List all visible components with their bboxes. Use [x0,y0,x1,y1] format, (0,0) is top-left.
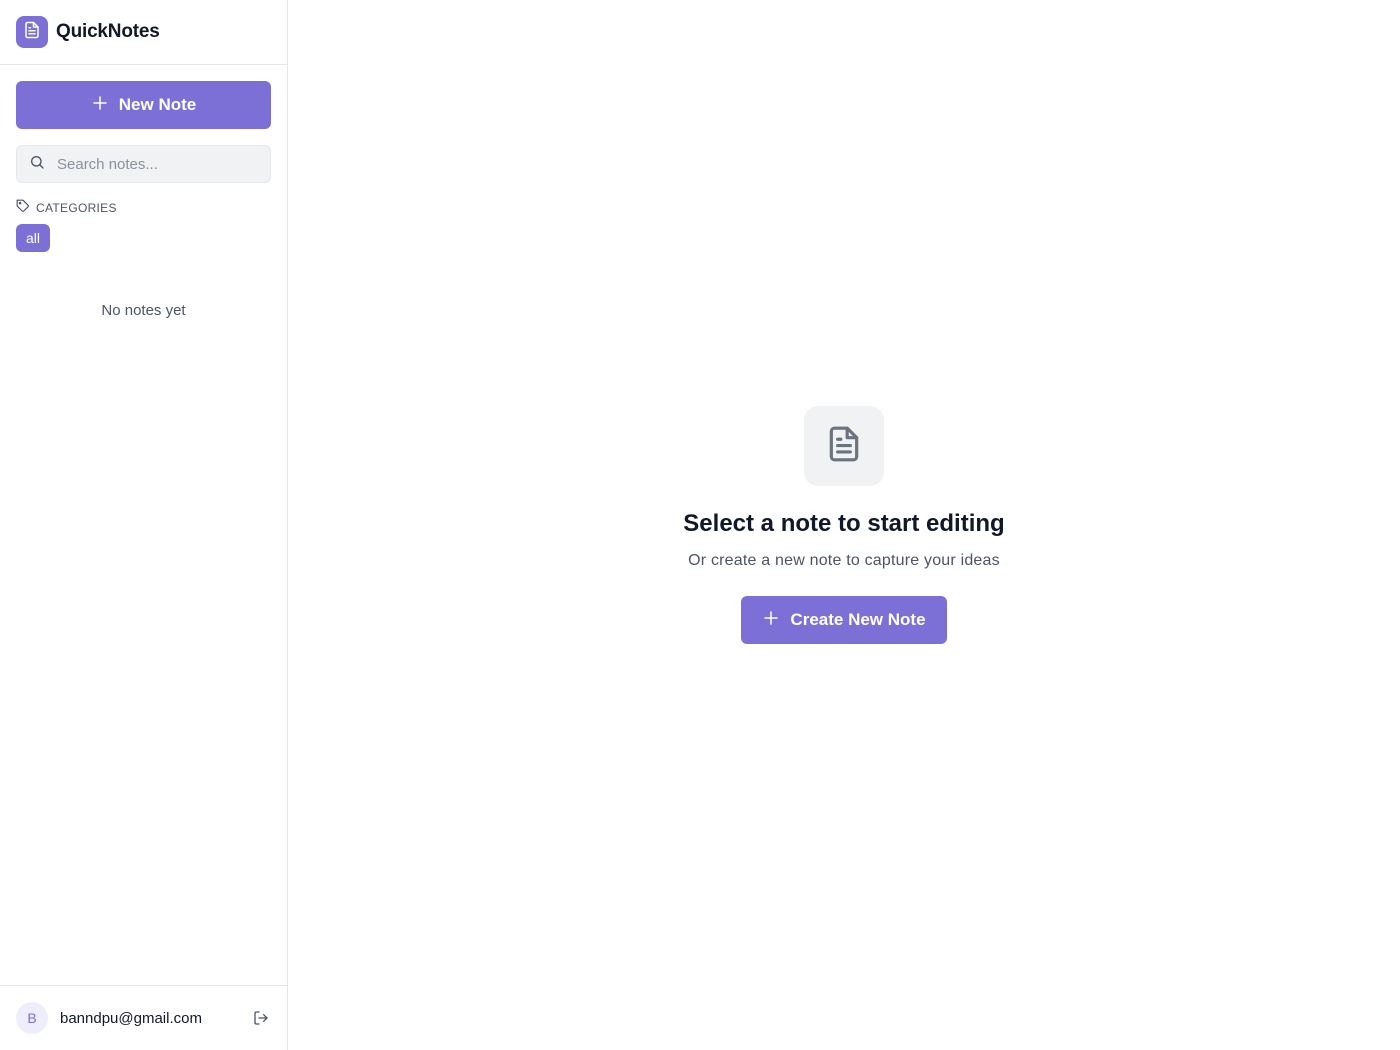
user-email: banndpu@gmail.com [60,1009,202,1027]
empty-state-subtitle: Or create a new note to capture your ide… [688,552,1000,569]
main-panel: Select a note to start editing Or create… [288,0,1400,1050]
sidebar-body: New Note CATEGORIES all No notes yet [0,65,287,985]
create-new-note-button[interactable]: Create New Note [740,596,947,644]
categories-label: CATEGORIES [36,200,117,215]
category-chips: all [16,224,271,252]
new-note-button[interactable]: New Note [16,81,271,129]
tag-icon [16,199,30,216]
brand-header: QuickNotes [0,0,287,65]
new-note-label: New Note [118,95,197,114]
avatar: B [16,1002,48,1034]
empty-notes-text: No notes yet [101,302,186,319]
categories-header: CATEGORIES [16,199,271,216]
app-logo [16,16,48,48]
empty-state-title: Select a note to start editing [683,510,1005,537]
plus-icon [762,609,780,632]
sidebar: QuickNotes New Note CATEGORIES [0,0,288,1050]
search-icon [29,154,45,175]
user-footer: B banndpu@gmail.com [0,985,287,1050]
app-root: QuickNotes New Note CATEGORIES [0,0,1400,1050]
empty-state-tile [803,406,884,486]
empty-state: Select a note to start editing Or create… [683,406,1005,644]
search-input[interactable] [57,155,258,173]
document-icon [23,21,41,44]
logout-icon[interactable] [251,1008,271,1028]
plus-icon [91,94,109,117]
document-icon [825,425,863,468]
create-new-note-label: Create New Note [790,610,926,629]
category-chip-all[interactable]: all [16,224,51,252]
app-name: QuickNotes [56,21,160,42]
search-box [16,145,271,183]
